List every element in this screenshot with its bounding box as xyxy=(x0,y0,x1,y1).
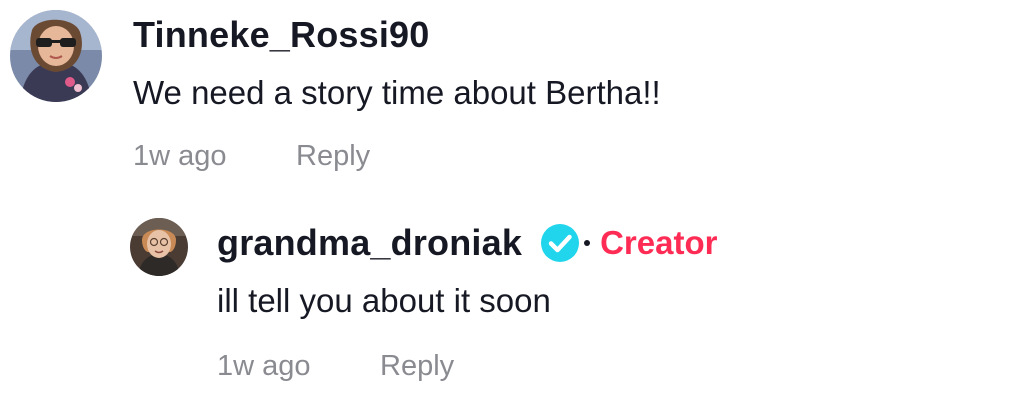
reply-header: grandma_droniak Creator xyxy=(217,222,717,264)
reply-button[interactable]: Reply xyxy=(380,350,454,383)
avatar-grandma[interactable] xyxy=(130,218,188,276)
reply-timestamp: 1w ago xyxy=(217,350,311,382)
comment-item: Tinneke_Rossi90 We need a story time abo… xyxy=(0,0,1020,200)
separator-dot xyxy=(584,240,591,246)
comment-username[interactable]: Tinneke_Rossi90 xyxy=(133,14,429,56)
avatar-image xyxy=(130,218,188,276)
avatar-image xyxy=(10,10,102,102)
verified-check-icon xyxy=(541,224,580,262)
reply-button[interactable]: Reply xyxy=(296,140,370,173)
avatar-tinneke[interactable] xyxy=(10,10,102,102)
comment-text: We need a story time about Bertha!! xyxy=(133,74,661,111)
reply-username[interactable]: grandma_droniak xyxy=(217,222,522,264)
creator-badge: Creator xyxy=(600,224,718,261)
comment-timestamp: 1w ago xyxy=(133,140,227,172)
comment-thread: Tinneke_Rossi90 We need a story time abo… xyxy=(0,0,1020,400)
reply-text: ill tell you about it soon xyxy=(217,282,551,319)
reply-item: grandma_droniak Creator ill tell you abo… xyxy=(0,200,1020,400)
